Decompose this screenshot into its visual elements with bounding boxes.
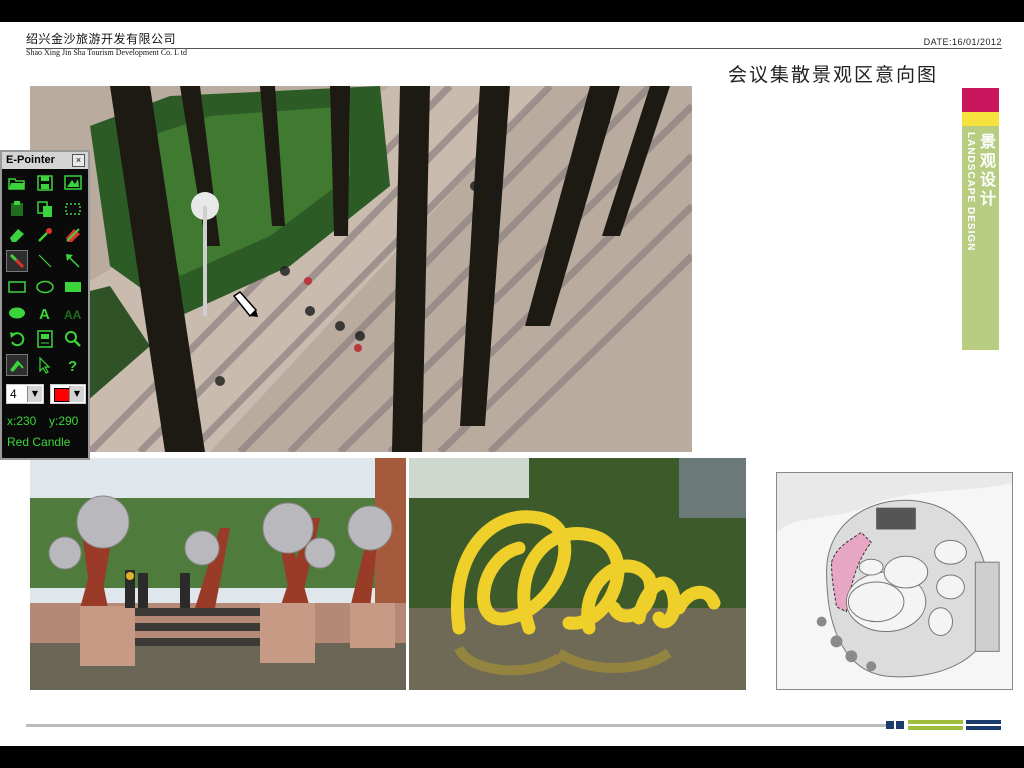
text-icon[interactable]: A: [34, 302, 56, 324]
band-label-cn: 景观设计: [979, 132, 996, 208]
band-magenta-block: [962, 88, 999, 112]
side-category-band: LANDSCAPE DESIGN 景观设计: [962, 88, 999, 350]
epointer-title: E-Pointer: [6, 154, 55, 166]
band-yellow-block: [962, 112, 999, 126]
slide: 绍兴金沙旅游开发有限公司 Shao Xing Jin Sha Tourism D…: [0, 22, 1024, 746]
undo-icon[interactable]: [6, 328, 28, 350]
band-label-en: LANDSCAPE DESIGN: [965, 132, 976, 252]
close-button[interactable]: ×: [72, 154, 85, 167]
company-name-en: Shao Xing Jin Sha Tourism Development Co…: [26, 48, 187, 57]
slide-title: 会议集散景观区意向图: [728, 64, 939, 86]
ellipse-icon[interactable]: [34, 276, 56, 298]
color-swatch: [54, 388, 70, 402]
line-icon[interactable]: [34, 250, 56, 272]
text-outline-icon[interactable]: AA: [62, 302, 84, 324]
y-coordinate: y:290: [49, 414, 79, 428]
pen-icon[interactable]: [6, 250, 28, 272]
sphere-sculpture-image: [30, 458, 406, 690]
svg-text:A: A: [39, 306, 50, 322]
x-coordinate: x:230: [7, 414, 37, 428]
whiteboard-icon[interactable]: [34, 328, 56, 350]
select-rect-icon[interactable]: [62, 198, 84, 220]
footer-divider: [26, 724, 886, 727]
company-name-cn: 绍兴金沙旅游开发有限公司: [26, 32, 177, 46]
eraser-icon[interactable]: [6, 224, 28, 246]
marker-icon[interactable]: [6, 354, 28, 376]
chevron-down-icon[interactable]: ▼: [69, 386, 84, 402]
chevron-down-icon[interactable]: ▼: [27, 386, 42, 402]
epointer-window[interactable]: E-Pointer × A AA ? 4 ▼ ▼ x:230 y:290 Red…: [0, 150, 90, 460]
zoom-icon[interactable]: [62, 328, 84, 350]
screen-icon[interactable]: [62, 172, 84, 194]
save-icon[interactable]: [34, 172, 56, 194]
help-icon[interactable]: ?: [62, 354, 84, 376]
svg-text:AA: AA: [64, 308, 82, 322]
copy-icon[interactable]: [34, 198, 56, 220]
marker-cursor-icon: [230, 290, 260, 320]
pointer-icon[interactable]: [34, 354, 56, 376]
filled-rect-icon[interactable]: [62, 276, 84, 298]
color-name: Red Candle: [7, 435, 71, 449]
svg-text:?: ?: [68, 358, 77, 374]
site-plan-image: [776, 472, 1013, 690]
color-select[interactable]: ▼: [50, 384, 86, 404]
line-width-select[interactable]: 4 ▼: [6, 384, 44, 404]
open-icon[interactable]: [6, 172, 28, 194]
clear-icon[interactable]: [62, 224, 84, 246]
aerial-plaza-palms-image: [30, 86, 692, 452]
line-width-value: 4: [10, 387, 17, 401]
paste-icon[interactable]: [6, 198, 28, 220]
filled-ellipse-icon[interactable]: [6, 302, 28, 324]
dropper-icon[interactable]: [34, 224, 56, 246]
date-label: DATE:16/01/2012: [923, 37, 1002, 47]
ribbon-sculpture-image: [409, 458, 746, 690]
epointer-titlebar[interactable]: E-Pointer ×: [2, 152, 88, 169]
arrow-icon[interactable]: [62, 250, 84, 272]
rectangle-icon[interactable]: [6, 276, 28, 298]
footer-decoration: [886, 720, 1001, 730]
